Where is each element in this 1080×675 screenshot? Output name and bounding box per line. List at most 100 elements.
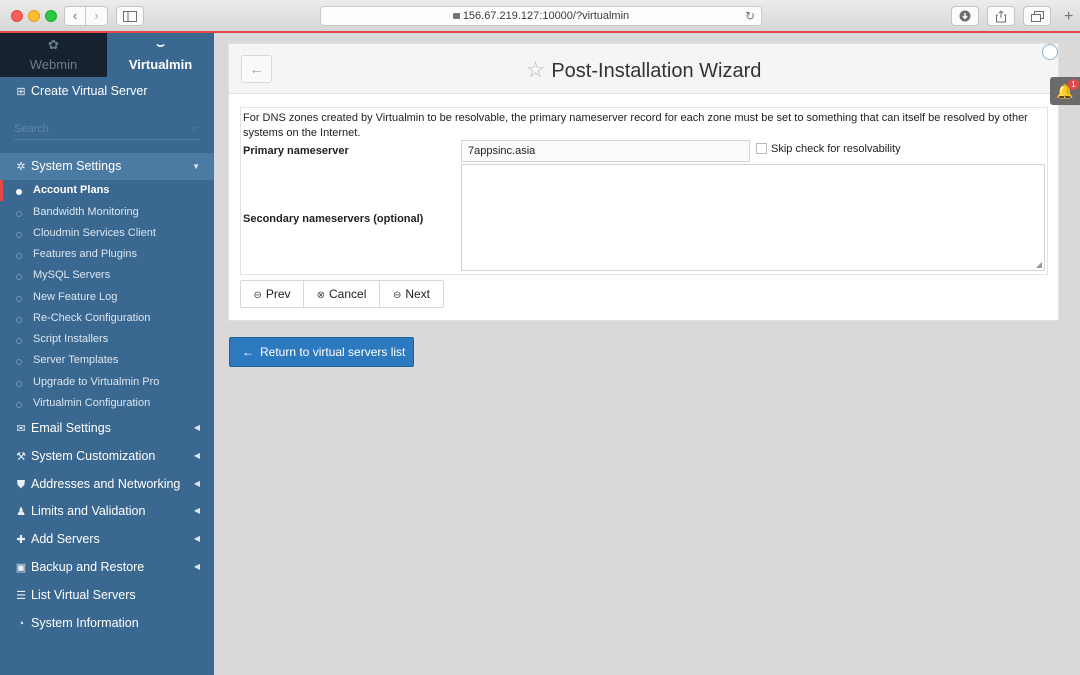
circle-x-icon: ⊗ xyxy=(316,290,326,301)
sidebar-item-addresses-networking[interactable]: ⛊ Addresses and Networking ◀ xyxy=(0,471,214,497)
secondary-nameservers-label: Secondary nameservers (optional) xyxy=(243,213,424,225)
minimize-window-button[interactable] xyxy=(28,10,40,22)
sidebar-sub-bandwidth-monitoring[interactable]: Bandwidth Monitoring xyxy=(0,202,214,223)
browser-toolbar: ‹ › 156.67.219.127:10000/?virtualmin ↻ + xyxy=(0,0,1080,32)
reload-icon[interactable]: ↻ xyxy=(745,7,755,25)
cancel-button[interactable]: ⊗ Cancel xyxy=(303,280,380,308)
downloads-button[interactable] xyxy=(951,6,979,26)
addresses-networking-label: Addresses and Networking xyxy=(31,477,181,491)
create-virtual-server-label: Create Virtual Server xyxy=(31,84,148,98)
list-icon: ☰ xyxy=(16,590,26,602)
sidebar-sub-upgrade-to-pro[interactable]: Upgrade to Virtualmin Pro xyxy=(0,372,214,393)
skip-resolvability-checkbox[interactable]: Skip check for resolvability xyxy=(756,143,901,155)
download-icon xyxy=(959,10,971,22)
system-customization-label: System Customization xyxy=(31,449,156,463)
envelope-icon: ✉ xyxy=(16,423,26,435)
share-icon xyxy=(996,10,1006,23)
caret-left-icon: ◀ xyxy=(193,423,200,432)
zoom-window-button[interactable] xyxy=(45,10,57,22)
backup-restore-label: Backup and Restore xyxy=(31,560,145,574)
return-label: Return to virtual servers list xyxy=(260,345,406,359)
sidebar-sub-virtualmin-configuration[interactable]: Virtualmin Configuration xyxy=(0,393,214,414)
resize-grip-icon[interactable]: ◢ xyxy=(1036,260,1042,269)
sidebar-item-list-virtual-servers[interactable]: ☰ List Virtual Servers xyxy=(0,582,214,608)
sidebar-item-add-servers[interactable]: ✚ Add Servers ◀ xyxy=(0,526,214,552)
gear-icon: ✲ xyxy=(16,161,26,173)
star-icon[interactable]: ☆ xyxy=(526,57,546,82)
system-settings-label: System Settings xyxy=(31,159,122,173)
tab-webmin-label: Webmin xyxy=(29,57,78,72)
sidebar-item-system-settings[interactable]: ✲ System Settings ▼ xyxy=(0,153,214,180)
users-icon: ♟ xyxy=(16,506,26,518)
tabs-icon xyxy=(1030,11,1044,22)
notification-count-badge: 1 xyxy=(1068,79,1079,90)
skip-resolvability-label: Skip check for resolvability xyxy=(771,143,901,155)
caret-left-icon: ◀ xyxy=(193,506,200,515)
sidebar-sub-server-templates[interactable]: Server Templates xyxy=(0,350,214,371)
sidebar-sub-features-and-plugins[interactable]: Features and Plugins xyxy=(0,244,214,265)
prev-button[interactable]: ⊖ Prev xyxy=(240,280,304,308)
limits-validation-label: Limits and Validation xyxy=(31,504,146,518)
sidebar-item-backup-restore[interactable]: ▣ Backup and Restore ◀ xyxy=(0,554,214,580)
virtualmin-logo-icon: ⌣ xyxy=(156,37,165,52)
sidebar-sub-recheck-configuration[interactable]: Re-Check Configuration xyxy=(0,308,214,329)
sidebar: ✿ Webmin ⌣ Virtualmin ⊞ Create Virtual Se… xyxy=(0,33,214,675)
checkbox-box[interactable] xyxy=(756,143,767,154)
share-button[interactable] xyxy=(987,6,1015,26)
sidebar-search-input[interactable]: Search ⌕ xyxy=(14,118,200,140)
webmin-logo-icon: ✿ xyxy=(48,37,59,52)
caret-left-icon: ◀ xyxy=(193,534,200,543)
address-bar[interactable]: 156.67.219.127:10000/?virtualmin ↻ xyxy=(320,6,762,26)
sidebar-sub-new-feature-log[interactable]: New Feature Log xyxy=(0,287,214,308)
sidebar-item-system-customization[interactable]: ⚒ System Customization ◀ xyxy=(0,443,214,469)
sidebar-sub-script-installers[interactable]: Script Installers xyxy=(0,329,214,350)
next-label: Next xyxy=(405,287,431,301)
wrench-icon: ⚒ xyxy=(16,451,26,463)
sidebar-toggle-button[interactable] xyxy=(116,6,144,26)
create-virtual-server-link[interactable]: ⊞ Create Virtual Server xyxy=(0,78,214,104)
email-settings-label: Email Settings xyxy=(31,421,111,435)
system-information-label: System Information xyxy=(31,616,139,630)
panel-header: ← ☆ Post-Installation Wizard xyxy=(229,44,1058,94)
circle-arrow-right-icon: ⊖ xyxy=(392,290,402,301)
dashboard-icon: ◔ xyxy=(17,618,25,630)
circle-arrow-left-icon: ⊖ xyxy=(253,290,262,301)
caret-left-icon: ◀ xyxy=(193,451,200,460)
tab-virtualmin-label: Virtualmin xyxy=(128,57,193,72)
loading-spinner-icon xyxy=(1042,44,1058,60)
primary-nameserver-input[interactable]: 7appsinc.asia xyxy=(461,140,750,162)
return-to-list-button[interactable]: ← Return to virtual servers list xyxy=(229,337,414,367)
sidebar-icon xyxy=(123,11,137,22)
page-title: Post-Installation Wizard xyxy=(551,60,762,82)
sidebar-sub-account-plans[interactable]: Account Plans xyxy=(0,180,214,201)
search-placeholder: Search xyxy=(14,123,49,135)
sidebar-sub-cloudmin-services-client[interactable]: Cloudmin Services Client xyxy=(0,223,214,244)
lock-icon xyxy=(452,13,460,19)
caret-down-icon: ▼ xyxy=(192,162,200,171)
tab-webmin[interactable]: ✿ Webmin xyxy=(0,33,107,77)
wizard-panel: ← ☆ Post-Installation Wizard For DNS zone… xyxy=(228,43,1059,321)
sidebar-item-email-settings[interactable]: ✉ Email Settings ◀ xyxy=(0,415,214,441)
caret-left-icon: ◀ xyxy=(193,562,200,571)
arrow-left-icon: ← xyxy=(242,345,254,359)
tab-virtualmin[interactable]: ⌣ Virtualmin xyxy=(107,33,214,77)
sidebar-item-limits-validation[interactable]: ♟ Limits and Validation ◀ xyxy=(0,498,214,524)
secondary-nameservers-textarea[interactable]: ◢ xyxy=(461,164,1045,271)
browser-back-button[interactable]: ‹ xyxy=(64,6,86,26)
close-window-button[interactable] xyxy=(11,10,23,22)
list-virtual-servers-label: List Virtual Servers xyxy=(31,588,136,602)
notifications-button[interactable]: 🔔 1 xyxy=(1050,77,1080,105)
sidebar-tabs: ✿ Webmin ⌣ Virtualmin xyxy=(0,33,214,77)
next-button[interactable]: ⊖ Next xyxy=(379,280,444,308)
page-title-row: ☆ Post-Installation Wizard xyxy=(229,57,1058,83)
sidebar-item-system-information[interactable]: ◔ System Information xyxy=(0,610,214,636)
browser-forward-button[interactable]: › xyxy=(86,6,108,26)
chevron-left-icon: ‹ xyxy=(72,8,78,23)
sidebar-sub-mysql-servers[interactable]: MySQL Servers xyxy=(0,265,214,286)
tab-overview-button[interactable] xyxy=(1023,6,1051,26)
prev-label: Prev xyxy=(265,287,291,301)
shield-icon: ⛊ xyxy=(16,479,26,491)
cancel-label: Cancel xyxy=(329,287,367,301)
new-tab-button[interactable]: + xyxy=(1064,8,1073,26)
primary-nameserver-label: Primary nameserver xyxy=(243,145,349,157)
